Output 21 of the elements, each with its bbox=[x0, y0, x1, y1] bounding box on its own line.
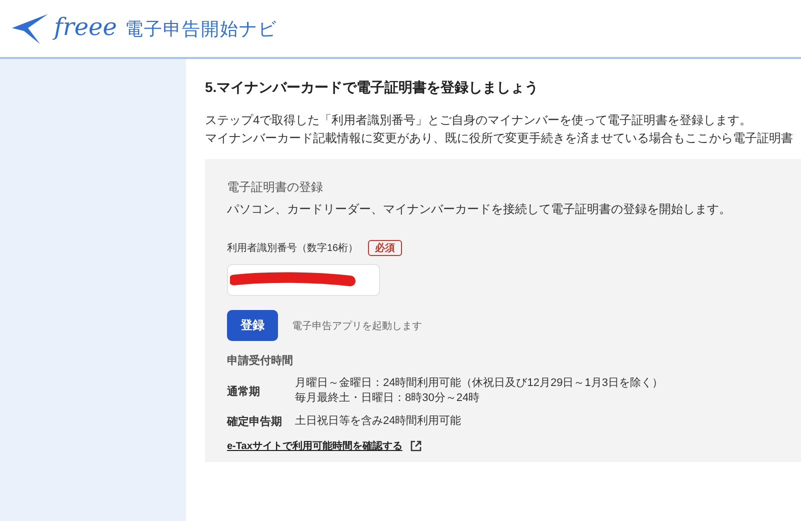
hours-text: 毎月最終土・日曜日：8時30分～24時 bbox=[295, 391, 481, 406]
register-button[interactable]: 登録 bbox=[227, 310, 278, 341]
period-label: 通常期 bbox=[227, 384, 261, 398]
swallow-logo-icon bbox=[10, 12, 50, 46]
input-field[interactable] bbox=[227, 264, 380, 296]
panel-text: パソコン、カードリーダー、マイナンバーカードを接続して電子証明書の登録を開始します。 bbox=[227, 201, 732, 218]
panel-heading: 電子証明書の登録 bbox=[227, 179, 324, 196]
step-title: 5.マイナンバーカードで電子証明書を登録しましょう bbox=[205, 79, 540, 97]
logo-text: freee bbox=[54, 12, 117, 40]
period-label: 確定申告期 bbox=[227, 414, 283, 429]
app-title: 電子申告開始ナビ bbox=[124, 18, 277, 40]
hours-text: 土日祝日等を含み24時間利用可能 bbox=[295, 414, 462, 429]
external-link-icon[interactable] bbox=[410, 440, 422, 452]
hours-heading: 申請受付時間 bbox=[227, 354, 294, 368]
etax-link[interactable]: e-Taxサイトで利用可能時間を確認する bbox=[227, 439, 402, 453]
field-label: 利用者識別番号（数字16桁） bbox=[227, 242, 358, 255]
description-text: マイナンバーカード記載情報に変更があり、既に役所で変更手続きを済ませている場合もここから電子証明書 bbox=[205, 130, 794, 147]
description-text: ステップ4で取得した「利用者識別番号」とご自身のマイナンバーを使って電子証明書を登録します。 bbox=[205, 112, 753, 129]
button-note: 電子申告アプリを起動します bbox=[292, 320, 422, 332]
hours-text: 月曜日～金曜日：24時間利用可能（休祝日及び12月29日～1月3日を除く） bbox=[295, 376, 663, 391]
required-badge: 必須 bbox=[368, 240, 402, 256]
